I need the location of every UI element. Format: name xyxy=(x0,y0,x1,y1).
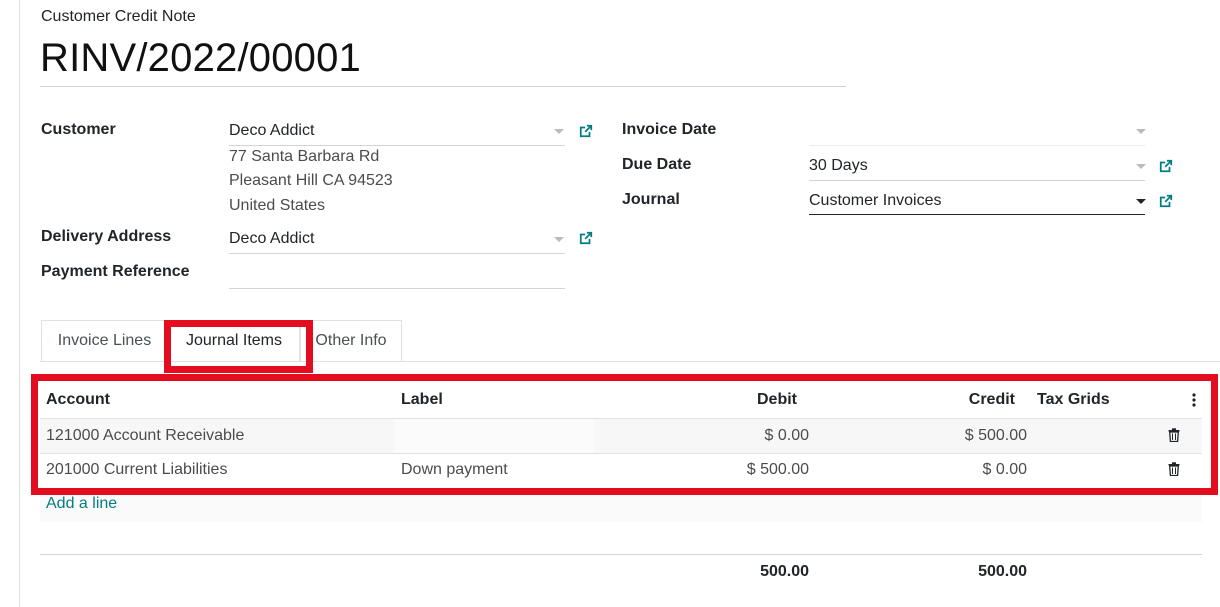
caret-down-icon[interactable] xyxy=(1136,129,1146,134)
external-link-icon[interactable] xyxy=(579,124,593,138)
external-link-icon[interactable] xyxy=(1159,159,1173,173)
caret-down-icon[interactable] xyxy=(1136,199,1146,204)
external-link-icon[interactable] xyxy=(579,231,593,245)
due-date-underline xyxy=(809,180,1145,181)
due-date-label: Due Date xyxy=(622,156,692,173)
invoice-date-label: Invoice Date xyxy=(622,121,717,138)
payment-reference-label: Payment Reference xyxy=(41,263,190,280)
journal-underline xyxy=(809,214,1145,215)
add-line-row xyxy=(40,495,1202,522)
address-line-3: United States xyxy=(229,197,326,214)
caret-down-icon[interactable] xyxy=(554,237,564,242)
journal-items-tab-highlight xyxy=(164,320,313,373)
due-date-field[interactable]: 30 Days xyxy=(809,157,868,175)
address-line-2: Pleasant Hill CA 94523 xyxy=(229,172,393,189)
customer-label: Customer xyxy=(41,121,116,138)
delivery-field-underline xyxy=(229,253,565,254)
title-underline xyxy=(40,86,846,87)
totals-divider xyxy=(40,554,1202,555)
tab-other-info[interactable]: Other Info xyxy=(300,320,402,361)
document-name: RINV/2022/00001 xyxy=(40,36,362,80)
document-type: Customer Credit Note xyxy=(41,8,196,25)
journal-items-table-highlight xyxy=(31,374,1218,495)
delivery-address-field[interactable]: Deco Addict xyxy=(229,230,314,248)
add-line-link[interactable]: Add a line xyxy=(46,495,117,513)
caret-down-icon[interactable] xyxy=(1136,164,1146,169)
left-border xyxy=(19,0,20,607)
payment-reference-underline xyxy=(229,288,565,289)
invoice-date-underline xyxy=(809,145,1145,146)
tab-invoice-lines[interactable]: Invoice Lines xyxy=(41,320,168,361)
caret-down-icon[interactable] xyxy=(554,129,564,134)
total-debit: 500.00 xyxy=(760,563,809,580)
delivery-address-label: Delivery Address xyxy=(41,228,172,245)
journal-field[interactable]: Customer Invoices xyxy=(809,192,942,210)
customer-field[interactable]: Deco Addict xyxy=(229,122,314,140)
journal-label: Journal xyxy=(622,191,680,208)
total-credit: 500.00 xyxy=(978,563,1027,580)
external-link-icon[interactable] xyxy=(1159,194,1173,208)
address-line-1: 77 Santa Barbara Rd xyxy=(229,148,380,165)
